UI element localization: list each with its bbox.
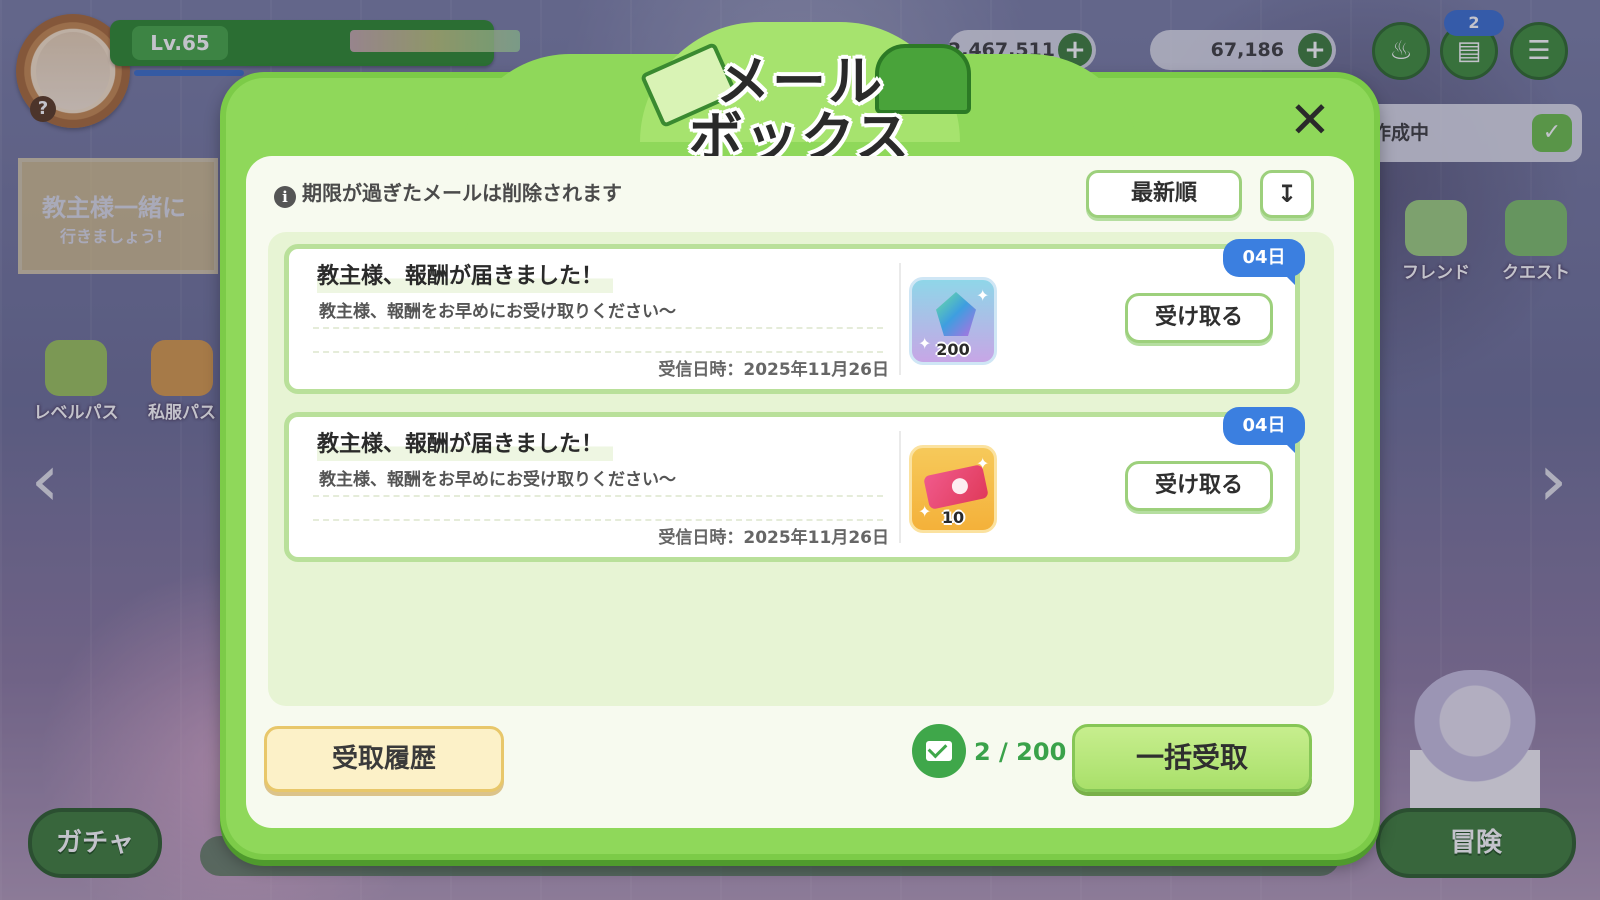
mail-item: 教主様、報酬が届きました！ 教主様、報酬をお早めにお受け取りください～ 受信日時…	[284, 239, 1305, 394]
crystal-icon: ✦ ✦ 200	[909, 277, 997, 365]
expiry-notice: i 期限が過ぎたメールは削除されます	[274, 178, 622, 208]
mail-body: 教主様、報酬をお早めにお受け取りください～	[319, 470, 676, 490]
mail-body: 教主様、報酬をお早めにお受け取りください～	[319, 302, 676, 322]
mail-count-icon	[912, 724, 966, 778]
receive-button[interactable]: 受け取る	[1125, 461, 1273, 511]
mail-title: 教主様、報酬が届きました！	[317, 261, 614, 293]
divider	[313, 351, 883, 353]
crystal-gem	[936, 292, 976, 336]
sort-order-icon[interactable]: ↧	[1260, 170, 1314, 218]
item-count: 10	[941, 508, 965, 527]
mail-date: 受信日時：2025年11月26日	[658, 360, 889, 380]
sparkle-icon: ✦	[976, 454, 990, 473]
info-icon: i	[274, 186, 296, 208]
mail-title: 教主様、報酬が届きました！	[317, 429, 614, 461]
sparkle-icon: ✦	[976, 286, 990, 305]
divider	[899, 431, 901, 543]
mailbox-dialog: メール ボックス ✕ i 期限が過ぎたメールは削除されます 最新順 ↧ 教主様、報…	[220, 22, 1380, 860]
dialog-title-line1: メール	[716, 50, 884, 113]
divider	[899, 263, 901, 375]
divider	[313, 495, 883, 497]
mailbox-panel: i 期限が過ぎたメールは削除されます 最新順 ↧ 教主様、報酬が届きました！ 教主…	[246, 156, 1354, 828]
ticket-icon: ✦ ✦ 10	[909, 445, 997, 533]
expiry-notice-text: 期限が過ぎたメールは削除されます	[302, 181, 622, 205]
mail-count: 2 / 200	[974, 738, 1067, 766]
divider	[313, 519, 883, 521]
item-count: 200	[936, 340, 970, 359]
receive-button[interactable]: 受け取る	[1125, 293, 1273, 343]
days-left-badge: 04日	[1223, 239, 1305, 285]
mail-date: 受信日時：2025年11月26日	[658, 528, 889, 548]
dialog-title: メール ボックス	[220, 54, 1380, 166]
mail-item: 教主様、報酬が届きました！ 教主様、報酬をお早めにお受け取りください～ 受信日時…	[284, 407, 1305, 562]
sort-button[interactable]: 最新順	[1086, 170, 1242, 218]
mail-list: 教主様、報酬が届きました！ 教主様、報酬をお早めにお受け取りください～ 受信日時…	[268, 232, 1334, 706]
claim-all-button[interactable]: 一括受取	[1072, 724, 1312, 792]
divider	[313, 327, 883, 329]
envelope-icon	[926, 741, 952, 761]
history-button[interactable]: 受取履歴	[264, 726, 504, 792]
days-left-badge: 04日	[1223, 407, 1305, 453]
close-icon[interactable]: ✕	[1286, 95, 1334, 145]
